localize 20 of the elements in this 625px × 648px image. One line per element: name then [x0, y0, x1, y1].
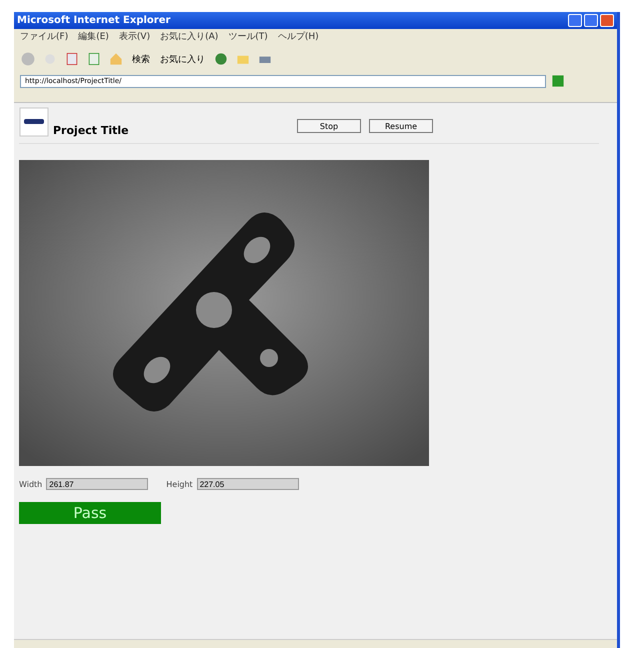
page-button[interactable]: Resume — [369, 119, 433, 133]
search-button[interactable]: 検索 — [130, 52, 152, 66]
favorites-button[interactable]: お気に入り — [158, 52, 207, 66]
field-label: Height — [166, 480, 193, 488]
menu-item[interactable]: 表示(V) — [118, 30, 150, 43]
menu-item[interactable]: ファイル(F) — [20, 30, 68, 43]
result-banner: Pass — [19, 502, 161, 524]
menu-item[interactable]: ヘルプ(H) — [278, 30, 319, 43]
input-field[interactable]: 227.05 — [196, 478, 299, 490]
menu-item[interactable]: ツール(T) — [228, 30, 268, 43]
minimize-button[interactable] — [568, 14, 582, 27]
page-button[interactable]: Stop — [297, 119, 361, 133]
window-title: Microsoft Internet Explorer — [17, 15, 170, 26]
maximize-button[interactable] — [584, 14, 598, 27]
field-label: Width — [19, 480, 42, 488]
menu-item[interactable]: お気に入り(A) — [160, 30, 218, 43]
project-title: Project Title — [53, 124, 130, 137]
close-button[interactable] — [600, 14, 614, 27]
input-field[interactable]: 261.87 — [46, 478, 148, 490]
menu-item[interactable]: 編集(E) — [78, 30, 109, 43]
